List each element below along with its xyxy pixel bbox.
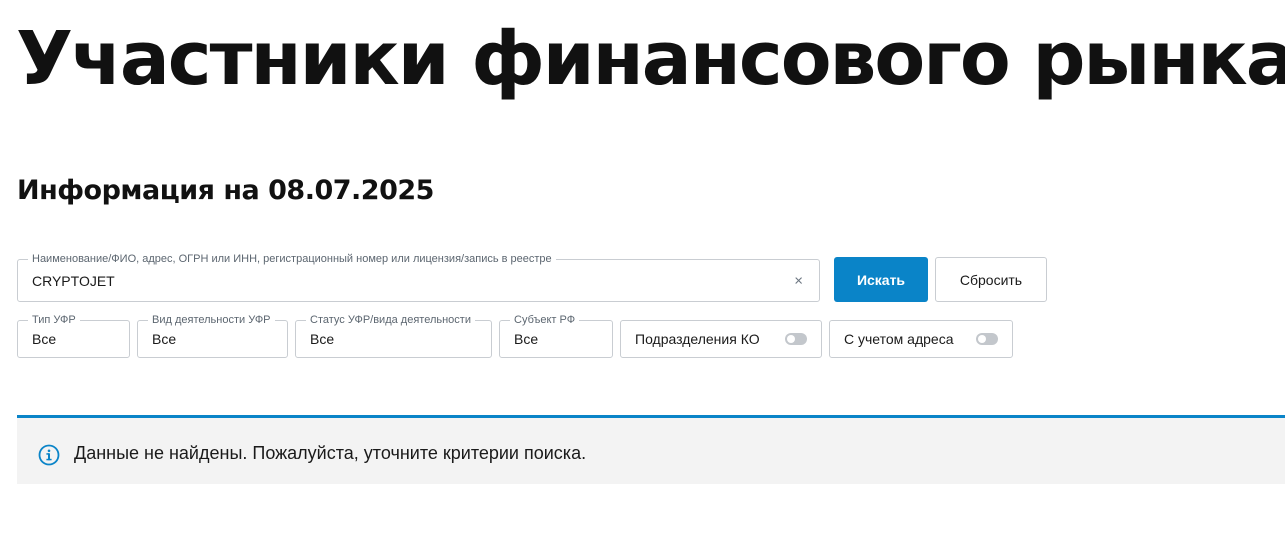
status-select-value: Все [310, 331, 335, 347]
page-title: Участники финансового рынка [16, 16, 1285, 102]
type-select-label: Тип УФР [28, 313, 80, 327]
ko-divisions-label: Подразделения КО [635, 331, 760, 347]
type-select[interactable]: Тип УФР Все [17, 313, 130, 358]
activity-select-value: Все [152, 331, 177, 347]
ko-divisions-toggle[interactable]: Подразделения КО [620, 320, 822, 358]
page: Участники финансового рынка Информация н… [0, 0, 1285, 540]
search-input[interactable]: Наименование/ФИО, адрес, ОГРН или ИНН, р… [17, 252, 820, 302]
type-select-value: Все [32, 331, 57, 347]
with-address-switch[interactable] [976, 333, 998, 345]
search-button[interactable]: Искать [834, 257, 928, 302]
region-select[interactable]: Субъект РФ Все [499, 313, 613, 358]
ko-divisions-switch[interactable] [785, 333, 807, 345]
clear-icon[interactable]: × [794, 273, 803, 288]
info-date-heading: Информация на 08.07.2025 [17, 175, 434, 206]
status-select[interactable]: Статус УФР/вида деятельности Все [295, 313, 492, 358]
activity-select-label: Вид деятельности УФР [148, 313, 275, 327]
search-input-label: Наименование/ФИО, адрес, ОГРН или ИНН, р… [28, 252, 556, 266]
notice-text: Данные не найдены. Пожалуйста, уточните … [74, 443, 587, 463]
reset-button[interactable]: Сбросить [935, 257, 1047, 302]
activity-select[interactable]: Вид деятельности УФР Все [137, 313, 288, 358]
region-select-label: Субъект РФ [510, 313, 580, 327]
search-input-value[interactable]: CRYPTOJET [32, 273, 115, 289]
no-results-notice: Данные не найдены. Пожалуйста, уточните … [17, 415, 1285, 484]
status-select-label: Статус УФР/вида деятельности [306, 313, 475, 327]
with-address-label: С учетом адреса [844, 331, 954, 347]
with-address-toggle[interactable]: С учетом адреса [829, 320, 1013, 358]
region-select-value: Все [514, 331, 539, 347]
info-icon [38, 444, 60, 466]
